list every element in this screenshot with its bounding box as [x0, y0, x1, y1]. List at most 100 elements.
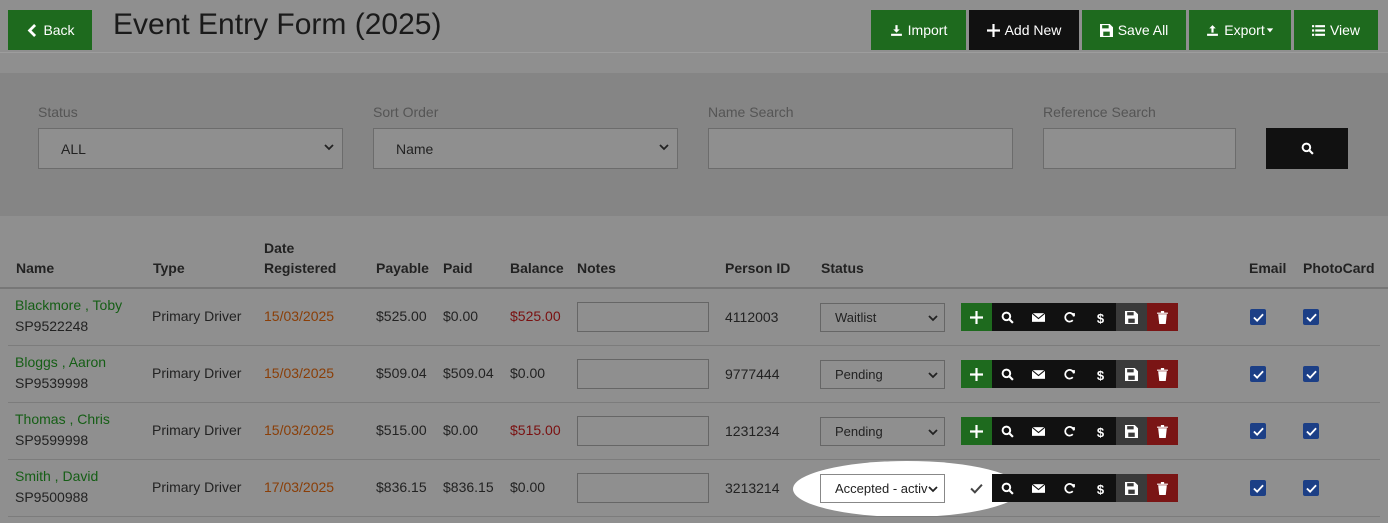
save-row-button[interactable]: [1116, 417, 1147, 445]
sort-order-select[interactable]: Name: [373, 128, 678, 169]
status-select-value: Pending: [835, 367, 883, 382]
add-button[interactable]: [961, 417, 992, 445]
view-details-button[interactable]: [992, 474, 1023, 502]
email-button[interactable]: [1023, 417, 1054, 445]
email-button[interactable]: [1023, 474, 1054, 502]
date-registered: 15/03/2025: [264, 308, 335, 324]
notes-input[interactable]: [577, 473, 709, 503]
entrant-name-link[interactable]: Bloggs , Aaron: [15, 354, 106, 370]
export-button[interactable]: Export: [1189, 10, 1291, 50]
status-select[interactable]: Accepted - activ: [820, 474, 945, 503]
back-button[interactable]: Back: [8, 10, 92, 50]
search-button[interactable]: [1266, 128, 1348, 169]
status-select[interactable]: Pending: [820, 360, 945, 389]
view-details-button[interactable]: [992, 360, 1023, 388]
plus-icon: [970, 367, 983, 381]
refresh-button[interactable]: [1054, 303, 1085, 331]
dollar-icon: $: [1097, 482, 1105, 495]
add-new-button[interactable]: Add New: [969, 10, 1079, 50]
svg-text:$: $: [1097, 425, 1105, 438]
balance-amount: $0.00: [510, 365, 546, 381]
save-row-button[interactable]: [1116, 303, 1147, 331]
balance-amount: $0.00: [510, 479, 546, 495]
entrant-name-link[interactable]: Thomas , Chris: [15, 411, 110, 427]
chevron-down-icon: [324, 144, 334, 151]
status-select[interactable]: Waitlist: [820, 303, 945, 332]
save-row-button[interactable]: [1116, 360, 1147, 388]
col-name: Name: [16, 260, 55, 276]
sort-order-value: Name: [396, 140, 434, 157]
entrant-reference: SP9522248: [15, 318, 89, 334]
delete-button[interactable]: [1147, 474, 1178, 502]
photocard-checkbox[interactable]: [1303, 366, 1319, 382]
entrant-name-link[interactable]: Blackmore , Toby: [15, 297, 122, 313]
notes-input[interactable]: [577, 302, 709, 332]
add-button[interactable]: [961, 360, 992, 388]
paid-amount: $0.00: [443, 422, 479, 438]
add-button[interactable]: [961, 303, 992, 331]
payable-amount: $509.04: [376, 365, 427, 381]
email-button[interactable]: [1023, 303, 1054, 331]
refresh-button[interactable]: [1054, 474, 1085, 502]
reference-search-input[interactable]: [1043, 128, 1236, 169]
payment-button[interactable]: $: [1085, 360, 1116, 388]
view-details-button[interactable]: [992, 303, 1023, 331]
balance-amount: $525.00: [510, 308, 561, 324]
entry-type: Primary Driver: [152, 422, 242, 438]
col-person-id: Person ID: [725, 260, 791, 276]
payment-button[interactable]: $: [1085, 417, 1116, 445]
entry-type: Primary Driver: [152, 308, 242, 324]
floppy-icon: [1125, 367, 1138, 381]
save-all-button-label: Save All: [1117, 22, 1169, 38]
person-id: 4112003: [725, 309, 779, 325]
plus-icon: [970, 310, 983, 324]
refresh-icon: [1064, 368, 1075, 379]
delete-button[interactable]: [1147, 417, 1178, 445]
chevron-left-icon: [28, 23, 37, 37]
payment-button[interactable]: $: [1085, 474, 1116, 502]
table-header: Name Type Date Registered Payable Paid B…: [0, 216, 1388, 289]
save-row-button[interactable]: [1116, 474, 1147, 502]
view-button[interactable]: View: [1294, 10, 1378, 50]
page-title: Event Entry Form (2025): [113, 8, 442, 41]
delete-button[interactable]: [1147, 303, 1178, 331]
view-button-label: View: [1329, 22, 1361, 38]
name-search-label: Name Search: [708, 104, 794, 120]
chevron-down-icon: [928, 315, 938, 322]
refresh-icon: [1064, 311, 1075, 322]
photocard-checkbox[interactable]: [1303, 309, 1319, 325]
confirm-button[interactable]: [961, 474, 992, 502]
refresh-button[interactable]: [1054, 360, 1085, 388]
floppy-icon: [1125, 424, 1138, 438]
chevron-down-icon: [659, 144, 669, 151]
email-button[interactable]: [1023, 360, 1054, 388]
entrant-name-link[interactable]: Smith , David: [15, 468, 98, 484]
floppy-icon: [1099, 23, 1113, 37]
check-icon: [1305, 427, 1317, 436]
floppy-icon: [1125, 310, 1138, 324]
photocard-checkbox[interactable]: [1303, 480, 1319, 496]
email-checkbox[interactable]: [1250, 366, 1266, 382]
payment-button[interactable]: $: [1085, 303, 1116, 331]
notes-input[interactable]: [577, 359, 709, 389]
search-icon: [1001, 311, 1014, 324]
refresh-button[interactable]: [1054, 417, 1085, 445]
col-type: Type: [153, 260, 185, 276]
view-details-button[interactable]: [992, 417, 1023, 445]
check-icon: [1252, 484, 1264, 493]
search-icon: [1301, 142, 1314, 155]
notes-input[interactable]: [577, 416, 709, 446]
email-checkbox[interactable]: [1250, 423, 1266, 439]
photocard-checkbox[interactable]: [1303, 423, 1319, 439]
delete-button[interactable]: [1147, 360, 1178, 388]
import-button[interactable]: Import: [871, 10, 966, 50]
check-icon: [1305, 313, 1317, 322]
dollar-icon: $: [1097, 425, 1105, 438]
status-filter-select[interactable]: ALL: [38, 128, 343, 169]
email-checkbox[interactable]: [1250, 309, 1266, 325]
payable-amount: $836.15: [376, 479, 427, 495]
email-checkbox[interactable]: [1250, 480, 1266, 496]
name-search-input[interactable]: [708, 128, 1013, 169]
save-all-button[interactable]: Save All: [1082, 10, 1186, 50]
status-select[interactable]: Pending: [820, 417, 945, 446]
